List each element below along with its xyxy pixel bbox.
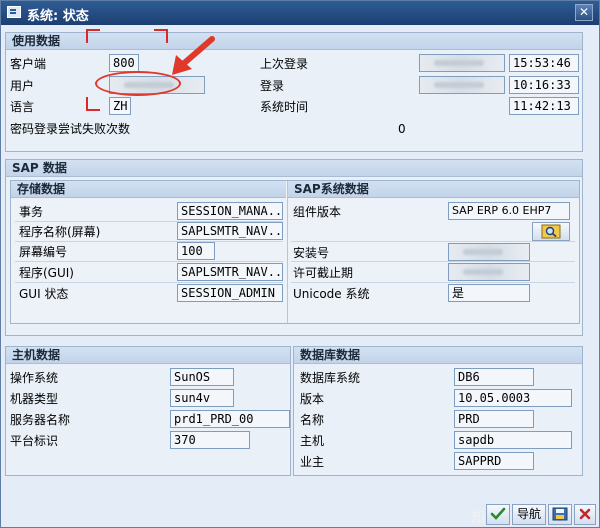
unicode-label: Unicode 系统 <box>293 287 370 301</box>
last-login-time-field[interactable]: 15:53:46 <box>509 54 579 72</box>
sap-inner-group: 存储数据 SAP系统数据 事务 SESSION_MANA... 程序名称(屏幕)… <box>10 180 580 324</box>
database-data-header: 数据库数据 <box>294 347 582 364</box>
platform-id-label: 平台标识 <box>10 434 59 448</box>
repo-label-transaction: 事务 <box>19 205 44 219</box>
failed-logins-label: 密码登录尝试失败次数 <box>10 122 131 136</box>
title-bar: 系统: 状态 ✕ <box>1 1 599 25</box>
close-button[interactable]: ✕ <box>575 4 593 21</box>
system-time-label: 系统时间 <box>260 100 309 114</box>
failed-logins-value: 0 <box>398 122 406 136</box>
repo-label-screen-number: 屏幕编号 <box>19 245 68 259</box>
usage-data-group: 使用数据 客户端 800 用户 语言 ZH 密码登录尝试失败次数 0 上次登录 … <box>5 29 583 152</box>
server-name-field[interactable]: prd1_PRD_00 <box>170 410 290 428</box>
db-host-field[interactable]: sapdb <box>454 431 572 449</box>
magnifier-icon <box>541 224 561 239</box>
cancel-x-icon <box>579 508 591 520</box>
row-divider <box>15 282 283 283</box>
cancel-button[interactable] <box>574 504 596 525</box>
save-button[interactable] <box>548 504 572 525</box>
status-dialog: 系统: 状态 ✕ 使用数据 客户端 800 用户 语言 ZH 密码登录尝试失败次… <box>0 0 600 528</box>
annotation-corner-tl <box>86 29 100 43</box>
row-divider <box>291 282 575 283</box>
user-label: 用户 <box>10 79 35 93</box>
last-login-date-field[interactable] <box>419 54 505 72</box>
database-data-group: 数据库数据 数据库系统 DB6 版本 10.05.0003 名称 PRD 主机 … <box>293 346 583 476</box>
db-version-field[interactable]: 10.05.0003 <box>454 389 572 407</box>
row-divider <box>291 241 575 242</box>
program-screen-field[interactable]: SAPLSMTR_NAV... <box>177 222 283 240</box>
repo-label-program-screen: 程序名称(屏幕) <box>19 225 101 239</box>
login-date-field[interactable] <box>419 76 505 94</box>
sap-data-header: SAP 数据 <box>6 160 582 177</box>
window-icon <box>7 6 21 18</box>
host-data-group: 主机数据 操作系统 SunOS 机器类型 sun4v 服务器名称 prd1_PR… <box>5 346 291 476</box>
window-title: 系统: 状态 <box>27 9 89 24</box>
login-time-field[interactable]: 10:16:33 <box>509 76 579 94</box>
repo-label-gui-status: GUI 状态 <box>19 287 69 301</box>
db-system-field[interactable]: DB6 <box>454 368 534 386</box>
annotation-arrow-icon <box>172 36 215 75</box>
os-field[interactable]: SunOS <box>170 368 234 386</box>
db-name-field[interactable]: PRD <box>454 410 534 428</box>
annotation-corner-bl <box>86 97 100 111</box>
machine-type-label: 机器类型 <box>10 392 59 406</box>
gui-status-field[interactable]: SESSION_ADMIN <box>177 284 283 302</box>
db-version-label: 版本 <box>300 392 325 406</box>
db-host-label: 主机 <box>300 434 325 448</box>
client-field[interactable]: 800 <box>109 54 139 72</box>
install-number-label: 安装号 <box>293 246 330 260</box>
last-login-label: 上次登录 <box>260 57 309 71</box>
navigation-button[interactable]: 导航 <box>512 504 546 525</box>
repo-data-header: 存储数据 <box>11 181 286 198</box>
language-label: 语言 <box>10 100 35 114</box>
component-version-field[interactable]: SAP ERP 6.0 EHP7 <box>448 202 570 220</box>
transaction-field[interactable]: SESSION_MANA... <box>177 202 283 220</box>
license-expiry-label: 许可截止期 <box>293 266 354 280</box>
client-label: 客户端 <box>10 57 47 71</box>
program-gui-field[interactable]: SAPLSMTR_NAV... <box>177 263 283 281</box>
save-icon <box>552 507 568 521</box>
server-name-label: 服务器名称 <box>10 413 71 427</box>
sap-data-group: SAP 数据 存储数据 SAP系统数据 事务 SESSION_MANA... 程… <box>5 159 583 336</box>
host-data-header: 主机数据 <box>6 347 290 364</box>
ok-button[interactable] <box>486 504 510 525</box>
os-label: 操作系统 <box>10 371 59 385</box>
platform-id-field[interactable]: 370 <box>170 431 250 449</box>
screen-number-field[interactable]: 100 <box>177 242 215 260</box>
db-system-label: 数据库系统 <box>300 371 361 385</box>
login-label: 登录 <box>260 79 285 93</box>
repo-label-program-gui: 程序(GUI) <box>19 266 74 280</box>
row-divider <box>15 241 283 242</box>
install-number-field[interactable] <box>448 243 530 261</box>
row-divider <box>291 261 575 262</box>
db-name-label: 名称 <box>300 413 325 427</box>
db-owner-field[interactable]: SAPPRD <box>454 452 534 470</box>
system-time-field[interactable]: 11:42:13 <box>509 97 579 115</box>
language-field[interactable]: ZH <box>109 97 131 115</box>
column-divider <box>287 181 288 323</box>
machine-type-field[interactable]: sun4v <box>170 389 234 407</box>
license-expiry-field[interactable] <box>448 263 530 281</box>
component-details-button[interactable] <box>532 222 570 241</box>
unicode-field[interactable]: 是 <box>448 284 530 302</box>
db-owner-label: 业主 <box>300 455 325 469</box>
sap-system-header: SAP系统数据 <box>288 181 579 198</box>
checkmark-icon <box>490 507 506 520</box>
component-version-label: 组件版本 <box>293 205 342 219</box>
row-divider <box>15 261 283 262</box>
